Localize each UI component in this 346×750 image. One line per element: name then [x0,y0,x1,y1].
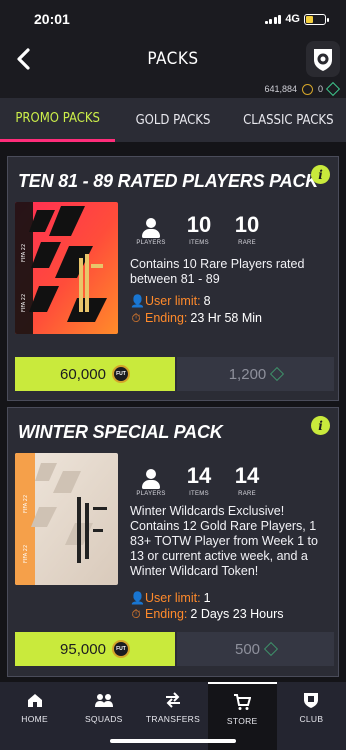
battery-icon [304,13,329,25]
player-icon [142,212,160,238]
fut-coin-icon: FUT [111,640,130,658]
pack-ending: ⏱ Ending: 23 Hr 58 Min [131,311,262,325]
pack-description: Winter Wildcards Exclusive! Contains 12 … [130,504,318,578]
coins-balance: 641,884 [264,84,297,94]
svg-text:FIFA 22: FIFA 22 [21,294,27,312]
home-indicator[interactable] [110,739,236,743]
tab-gold-packs[interactable]: GOLD PACKS [115,98,230,142]
fifa-points-icon [263,641,279,657]
pack-tabs: PROMO PACKS GOLD PACKS CLASSIC PACKS [0,98,346,142]
nav-club[interactable]: CLUB [277,682,346,750]
points-icon [325,81,341,97]
pack-image[interactable]: FIFA 22 FIFA 22 [15,202,118,334]
buy-with-coins-button[interactable]: 60,000 FUT [15,357,175,391]
pack-art-icon: FIFA 22 FIFA 22 [15,202,118,334]
chevron-left-icon [17,48,30,70]
pack-description: Contains 10 Rare Players rated between 8… [130,257,305,286]
status-bar: 20:01 4G [0,0,346,38]
club-icon [304,693,319,708]
stat-rare: 10 RARE [234,212,260,246]
stat-players: PLAYERS [127,463,175,497]
pack-card-winter-special: WINTER SPECIAL PACK i FIFA 22 FIFA 22 PL… [7,407,339,677]
header: PACKS [0,38,346,80]
coin-price: 95,000 [60,640,106,658]
points-balance: 0 [317,84,323,94]
pack-card-ten-81-89: TEN 81 - 89 RATED PLAYERS PACK i FIFA 22 [7,156,339,401]
points-price: 500 [234,640,261,658]
stat-items: 10 ITEMS [186,212,212,246]
signal-icon [264,14,282,24]
user-limit: 👤 User limit: 1 [130,591,211,605]
pack-stats: PLAYERS 14 ITEMS 14 RARE [127,463,271,497]
fut-coin-icon: FUT [111,365,130,383]
pack-art-icon: FIFA 22 FIFA 22 [15,453,118,585]
info-icon[interactable]: i [311,165,330,184]
pack-title: WINTER SPECIAL PACK [18,422,223,442]
svg-text:FIFA 22: FIFA 22 [23,545,29,563]
timer-icon: ⏱ [131,607,141,621]
svg-text:FIFA 22: FIFA 22 [21,244,27,262]
page-title: PACKS [147,49,199,69]
buy-with-points-button[interactable]: 500 [177,632,334,666]
tab-classic-packs[interactable]: CLASSIC PACKS [231,98,346,142]
points-price: 1,200 [228,365,267,383]
back-button[interactable] [10,45,36,73]
currency-row: 641,884 0 [0,80,346,98]
tab-promo-packs[interactable]: PROMO PACKS [0,98,116,142]
player-icon [142,463,160,489]
buy-with-coins-button[interactable]: 95,000 FUT [15,632,175,666]
pack-ending: ⏱ Ending: 2 Days 23 Hours [131,607,284,621]
coin-icon [301,83,313,95]
squads-icon [94,694,113,707]
svg-text:FIFA 22: FIFA 22 [23,495,29,513]
shield-icon [314,49,332,71]
coin-price: 60,000 [60,365,106,383]
timer-icon: ⏱ [131,311,141,325]
home-icon [27,694,42,707]
stat-items: 14 ITEMS [186,463,212,497]
user-icon: 👤 [130,294,145,308]
nav-home[interactable]: HOME [0,682,69,750]
club-badge-button[interactable] [306,41,340,77]
transfers-icon [166,692,180,708]
pack-stats: PLAYERS 10 ITEMS 10 RARE [127,212,271,246]
cart-icon [234,694,252,710]
pack-title: TEN 81 - 89 RATED PLAYERS PACK [18,171,319,191]
pack-image[interactable]: FIFA 22 FIFA 22 [15,453,118,585]
user-limit: 👤 User limit: 8 [130,294,211,308]
info-icon[interactable]: i [311,416,330,435]
stat-players: PLAYERS [127,212,175,246]
status-time: 20:01 [34,11,70,27]
fifa-points-icon [270,366,285,382]
network-label: 4G [285,13,300,25]
user-icon: 👤 [130,591,145,605]
stat-rare: 14 RARE [234,463,260,497]
buy-with-points-button[interactable]: 1,200 [177,357,334,391]
status-indicators: 4G [264,13,329,25]
